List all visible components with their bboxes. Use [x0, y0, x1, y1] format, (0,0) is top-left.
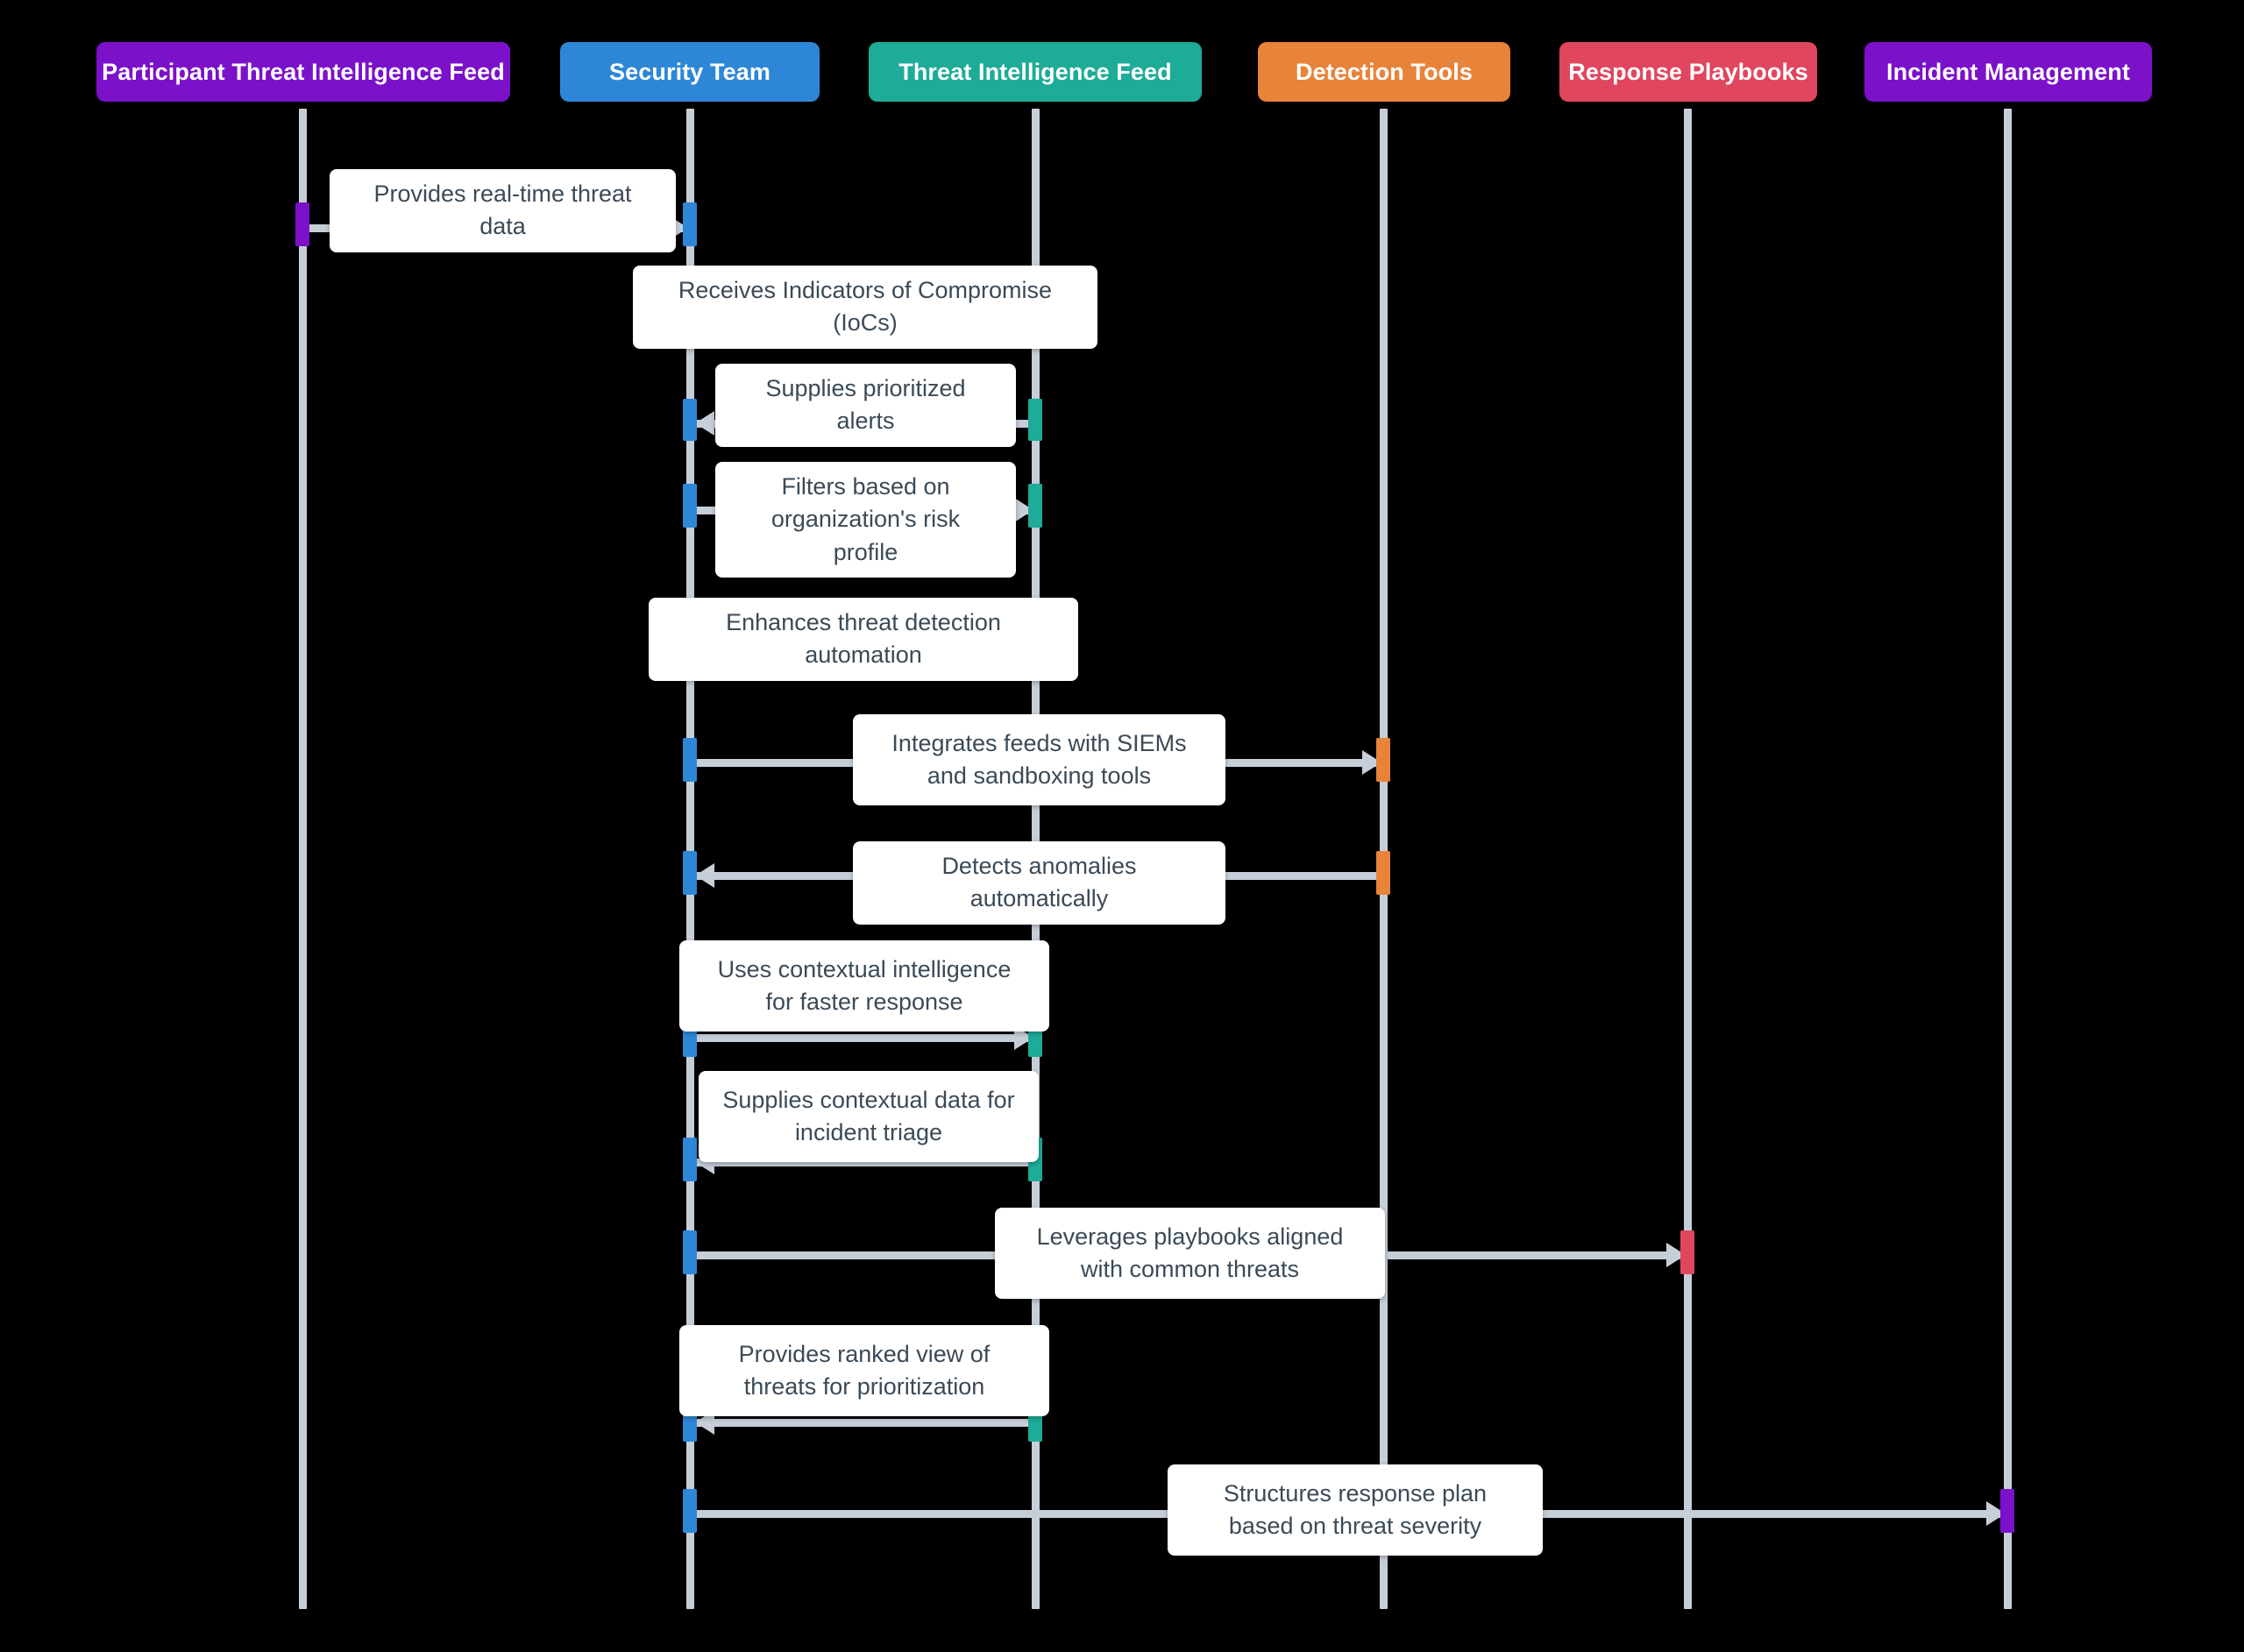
participant-label: Threat Intelligence Feed	[898, 58, 1172, 85]
message-label: Supplies contextual data for incident tr…	[699, 1071, 1039, 1162]
participant-participant-threat-intelligence-feed[interactable]: Participant Threat Intelligence Feed	[96, 42, 510, 102]
activation-bar-threat-intelligence-feed	[1028, 399, 1042, 441]
activation-bar-security-team	[683, 738, 697, 782]
participant-label: Response Playbooks	[1568, 58, 1808, 85]
arrow-head-left-icon	[695, 411, 714, 436]
activation-bar-incident-management	[2000, 1489, 2014, 1533]
activation-bar-security-team	[683, 1138, 697, 1181]
message-label: Provides real-time threat data	[330, 169, 676, 252]
participant-label: Participant Threat Intelligence Feed	[102, 58, 505, 85]
message-label: Enhances threat detection automation	[649, 598, 1078, 681]
message-label: Filters based on organization's risk pro…	[715, 462, 1016, 578]
activation-bar-security-team	[683, 851, 697, 895]
message-line	[693, 1419, 1035, 1427]
sequence-diagram-canvas: Provides real-time threat data Receives I…	[0, 0, 2244, 1652]
arrow-head-left-icon	[695, 863, 714, 888]
activation-bar-response-playbooks	[1680, 1230, 1694, 1274]
activation-bar-threat-intelligence-feed	[1028, 484, 1042, 528]
message-label: Receives Indicators of Compromise (IoCs)	[633, 266, 1097, 349]
lifeline-incident-management	[2004, 109, 2012, 1609]
activation-bar-security-team	[683, 1489, 697, 1533]
message-line	[693, 1034, 1035, 1042]
activation-bar-detection-tools	[1376, 851, 1390, 895]
participant-response-playbooks[interactable]: Response Playbooks	[1559, 42, 1817, 102]
activation-bar-security-team	[683, 202, 697, 246]
participant-security-team[interactable]: Security Team	[560, 42, 820, 102]
message-label: Detects anomalies automatically	[853, 841, 1225, 925]
lifeline-response-playbooks	[1684, 109, 1692, 1609]
activation-bar-security-team	[683, 1230, 697, 1274]
participant-label: Detection Tools	[1295, 58, 1473, 85]
participant-label: Incident Management	[1886, 58, 2130, 85]
activation-bar-participant-threat-intelligence-feed	[295, 202, 309, 246]
message-label: Leverages playbooks aligned with common …	[995, 1208, 1385, 1299]
participant-detection-tools[interactable]: Detection Tools	[1258, 42, 1510, 102]
message-label: Uses contextual intelligence for faster …	[679, 940, 1049, 1032]
message-label: Integrates feeds with SIEMs and sandboxi…	[853, 714, 1225, 805]
participant-incident-management[interactable]: Incident Management	[1864, 42, 2152, 102]
participant-label: Security Team	[609, 58, 770, 85]
activation-bar-security-team	[683, 399, 697, 441]
message-label: Structures response plan based on threat…	[1168, 1464, 1543, 1556]
message-label: Supplies prioritized alerts	[715, 364, 1016, 447]
activation-bar-security-team	[683, 484, 697, 528]
lifeline-participant-threat-intelligence-feed	[299, 109, 307, 1609]
activation-bar-detection-tools	[1376, 738, 1390, 782]
participant-threat-intelligence-feed[interactable]: Threat Intelligence Feed	[869, 42, 1202, 102]
message-label: Provides ranked view of threats for prio…	[679, 1325, 1049, 1416]
